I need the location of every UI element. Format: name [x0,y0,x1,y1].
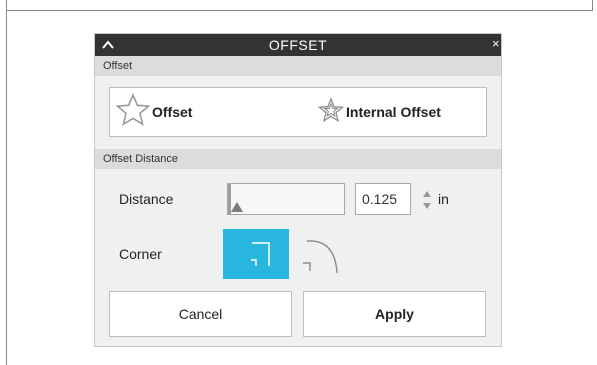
background-window-edge [6,0,593,11]
distance-value-input[interactable] [355,183,411,215]
star-outline-icon [115,92,151,132]
internal-offset-option-label: Internal Offset [346,104,441,120]
sharp-corner-icon [223,242,289,283]
slider-thumb[interactable] [231,202,243,212]
close-icon[interactable]: × [492,36,502,54]
panel-titlebar: OFFSET × [95,34,501,56]
round-corner-button[interactable] [301,239,341,275]
distance-slider[interactable] [227,183,345,215]
distance-label: Distance [119,191,174,207]
offset-panel: OFFSET × Offset Offset Internal Offset O… [94,33,502,347]
internal-offset-option[interactable]: Internal Offset [317,88,441,136]
round-corner-icon [301,240,341,279]
sharp-corner-button[interactable] [223,229,289,279]
offset-type-selector: Offset Internal Offset [109,87,487,137]
apply-button[interactable]: Apply [303,291,486,337]
star-internal-icon [317,96,345,128]
panel-title: OFFSET [268,37,328,53]
offset-option[interactable]: Offset [115,88,193,136]
offset-distance-section-header: Offset Distance [95,149,501,169]
corner-label: Corner [119,246,162,262]
background-window-border [6,10,7,365]
cancel-button[interactable]: Cancel [109,291,292,337]
spinner-arrows-icon[interactable] [422,189,432,211]
distance-unit: in [438,191,449,207]
offset-section-header: Offset [95,56,501,76]
offset-option-label: Offset [152,104,193,120]
